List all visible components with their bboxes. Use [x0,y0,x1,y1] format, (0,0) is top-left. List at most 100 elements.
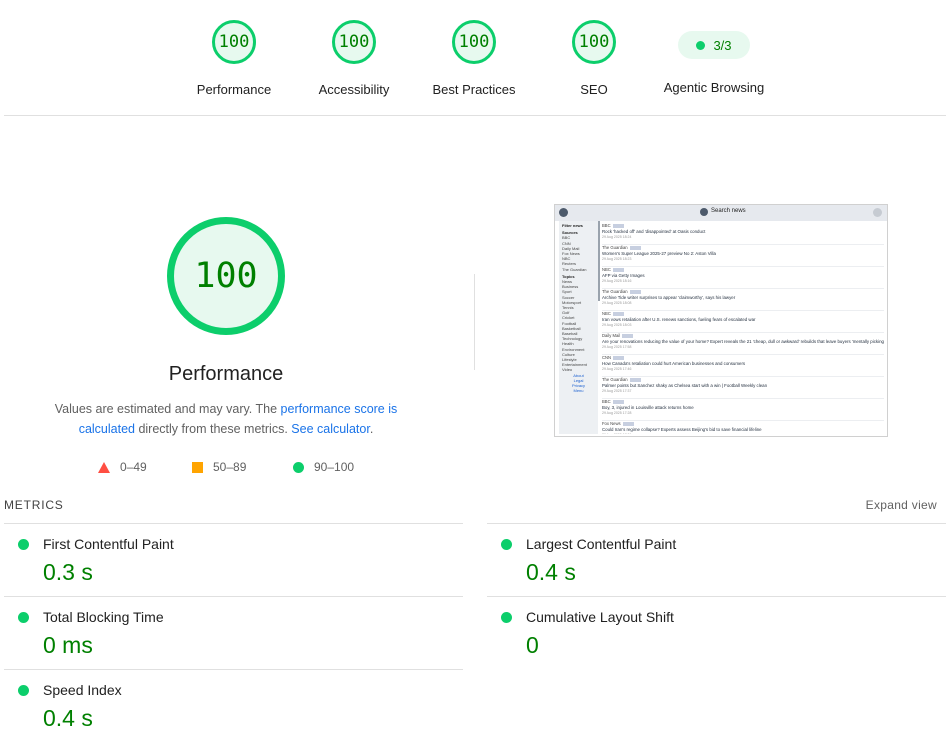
metric-value: 0.3 s [43,559,93,585]
gauge-label: Best Practices [432,82,516,97]
thumb-news-item: NBC Iran vows retaliation after U.S. rene… [602,311,884,333]
desc-suffix: . [369,422,374,436]
back-icon [559,208,568,217]
metric-title: Largest Contentful Paint [526,536,677,552]
thumb-source-tag [612,267,624,272]
thumb-source-name: Daily Mail [602,333,621,338]
thumb-source-tag [629,245,641,250]
metric-speed-index: Speed Index 0.4 s [4,670,444,743]
pass-circle-icon [501,612,512,623]
score-circle: 100 [212,20,256,64]
thumb-news-headline: Are your renovations reducing the value … [602,339,884,344]
thumb-news-time: 29 Aug 2025 17:28 [602,411,632,415]
expand-view-toggle[interactable]: Expand view [866,498,937,512]
pass-dot-icon [696,40,706,50]
thumb-source-tag [613,355,625,360]
thumb-news-item: The Guardian Archive Tide writer surprise… [602,289,884,311]
category-gauges: 100 Performance 100 Accessibility 100 Be… [0,0,949,116]
metric-title: Total Blocking Time [43,609,164,625]
thumb-news-item: BBC Rock 'hacked off' and 'disappointed' … [602,223,884,245]
metric-value: 0.4 s [43,705,93,731]
pass-circle-icon [18,685,29,696]
legend-average: 50–89 [192,459,246,475]
thumb-news-time: 29 Aug 2025 18:23 [602,257,632,261]
thumb-sidebar-link: Menu [573,388,584,394]
metric-cumulative-layout-shift: Cumulative Layout Shift 0 [487,597,927,670]
pass-circle-icon [18,539,29,550]
thumb-news-item: NBC AFP via Getty Images 29 Aug 2025 18:16 [602,267,884,289]
thumb-news-item: CNN How Canada's retaliation could hurt A… [602,355,884,377]
thumb-source-tag [622,421,634,426]
performance-score-gauge: 100 [167,217,285,335]
pass-circle-icon [18,612,29,623]
legend-pass-label: 90–100 [314,460,355,474]
legend-average-label: 50–89 [213,460,247,474]
gauge-label: SEO [580,82,608,97]
gauge-performance[interactable]: 100 Performance [174,20,294,97]
pass-circle-icon [501,539,512,550]
thumb-news-item: Daily Mail Are your renovations reducing … [602,333,884,355]
thumb-news-time: 29 Aug 2025 18:03 [602,323,632,327]
gauge-label: Accessibility [318,82,390,97]
header-divider [4,115,946,116]
performance-title: Performance [168,363,284,385]
thumb-source-name: The Guardian [602,377,628,382]
thumb-sidebar-item: Filter news [562,223,583,228]
score-circle: 100 [332,20,376,64]
thumb-news-time: 29 Aug 2025 18:16 [602,279,632,283]
thumb-feed: BBC Rock 'hacked off' and 'disappointed' … [602,223,884,434]
desc-middle: directly from these metrics. [134,422,292,436]
thumb-source-name: CNN [602,355,612,360]
thumb-news-time: 29 Aug 2025 17:37 [602,389,632,393]
gauge-label: Performance [196,82,272,97]
metric-value: 0.4 s [526,559,576,585]
section-divider [474,274,475,370]
thumb-source-tag [612,223,624,228]
desc-prefix: Values are estimated and may vary. The [54,402,281,416]
metric-total-blocking-time: Total Blocking Time 0 ms [4,597,444,670]
legend-pass: 90–100 [293,459,354,475]
pass-circle-icon [293,461,304,473]
gauge-agentic-browsing[interactable]: 3/3 Agentic Browsing [654,20,774,95]
thumb-source-name: Fox News [602,421,621,426]
metric-title: Cumulative Layout Shift [526,609,674,625]
thumb-news-item: Fox News Could Iran's regime collapse? Ex… [602,421,884,434]
thumb-source-tag [612,311,624,316]
thumb-news-item: The Guardian Women's Super League 2025-27… [602,245,884,267]
thumb-topbar: Search news [555,205,887,221]
thumb-news-item: The Guardian Palmer points but Sanchez sh… [602,377,884,399]
metric-title: Speed Index [43,682,122,698]
thumb-scrollbar [598,221,600,301]
legend-fail: 0–49 [98,459,147,475]
metric-first-contentful-paint: First Contentful Paint 0.3 s [4,524,444,597]
thumb-source-name: NBC [602,267,611,272]
thumb-source-tag [622,333,634,338]
thumb-news-time: 29 Aug 2025 17:58 [602,345,632,349]
final-screenshot-thumbnail[interactable]: Search news Filter news Sources BBC CNN Dail… [554,204,888,437]
thumb-source-name: BBC [602,223,611,228]
thumb-source-name: The Guardian [602,289,628,294]
thumb-source-name: NBC [602,311,611,316]
gauge-seo[interactable]: 100 SEO [534,20,654,97]
gauge-accessibility[interactable]: 100 Accessibility [294,20,414,97]
close-icon [873,208,882,217]
score-circle: 100 [452,20,496,64]
see-calculator-link[interactable]: See calculator [291,422,370,436]
thumb-source-tag [629,377,641,382]
gauge-label: Agentic Browsing [663,80,765,95]
thumb-news-time: 29 Aug 2025 18:08 [602,301,632,305]
metric-value: 0 [526,632,539,658]
thumb-news-time: 29 Aug 2025 17:46 [602,367,632,371]
metric-title: First Contentful Paint [43,536,174,552]
fail-triangle-icon [98,461,110,473]
legend-fail-label: 0–49 [120,460,147,474]
performance-description: Values are estimated and may vary. The p… [40,399,412,439]
thumb-source-tag [629,289,641,294]
agentic-value: 3/3 [713,37,732,53]
thumb-news-time: 29 Aug 2025 18:24 [602,235,632,239]
thumb-news-time: 29 Aug 2025 17:21 [602,433,884,434]
metric-largest-contentful-paint: Largest Contentful Paint 0.4 s [487,524,927,597]
thumb-news-item: BBC Boy, 3, injured in Louisville attack … [602,399,884,421]
score-circle: 100 [572,20,616,64]
gauge-best-practices[interactable]: 100 Best Practices [414,20,534,97]
